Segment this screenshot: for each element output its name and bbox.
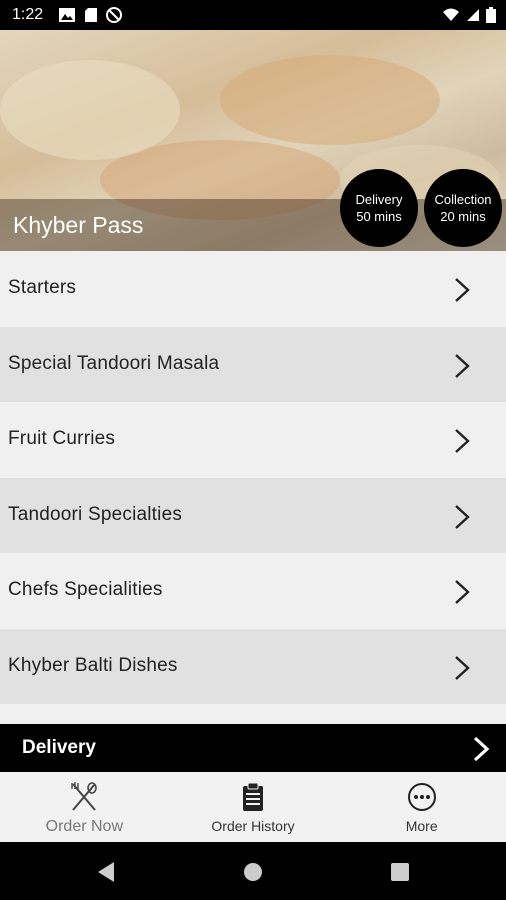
collection-badge-label: Collection — [434, 192, 492, 207]
restaurant-name: Khyber Pass — [13, 212, 144, 238]
menu-category-special-tandoori-masala[interactable]: Special Tandoori Masala — [0, 326, 506, 402]
chevron-right-icon — [455, 278, 470, 302]
menu-category-label: Fruit Curries — [8, 428, 116, 449]
fork-spoon-icon — [67, 780, 101, 814]
clipboard-icon — [236, 780, 270, 814]
do-not-disturb-icon — [106, 7, 122, 23]
menu-category-tandoori-specialties[interactable]: Tandoori Specialties — [0, 477, 506, 553]
nav-label: Order History — [211, 818, 295, 834]
system-navigation-bar — [0, 842, 506, 900]
menu-category-partial[interactable] — [0, 704, 506, 724]
back-icon[interactable] — [96, 861, 116, 883]
menu-category-chefs-specialities[interactable]: Chefs Specialities — [0, 553, 506, 629]
collection-badge-time: 20 mins — [440, 209, 486, 224]
menu-category-khyber-balti-dishes[interactable]: Khyber Balti Dishes — [0, 628, 506, 704]
nav-label: More — [405, 818, 438, 834]
menu-category-label: Tandoori Specialties — [8, 503, 183, 525]
home-icon[interactable] — [243, 861, 263, 883]
restaurant-hero: Khyber Pass Delivery 50 mins Collection … — [0, 30, 506, 251]
delivery-badge-label: Delivery — [355, 192, 403, 207]
nav-order-history[interactable]: Order History — [169, 772, 338, 842]
chevron-right-icon — [455, 429, 470, 453]
chevron-right-icon — [455, 504, 470, 529]
nav-more[interactable]: More — [337, 772, 506, 842]
sd-card-icon — [85, 8, 97, 22]
nav-label: Order Now — [45, 818, 124, 835]
status-time: 1:22 — [12, 6, 44, 23]
chevron-right-icon — [455, 353, 470, 378]
chevron-right-icon — [455, 655, 470, 680]
delivery-time-badge: Delivery 50 mins — [340, 169, 418, 247]
recents-icon[interactable] — [390, 861, 410, 883]
delivery-mode-label: Delivery — [22, 737, 96, 758]
chevron-right-icon — [473, 736, 490, 762]
battery-icon — [486, 7, 496, 23]
menu-category-label: Chefs Specialities — [8, 579, 163, 600]
bottom-navigation: Order Now Order History More — [0, 772, 506, 842]
status-system-icons — [442, 7, 496, 23]
menu-category-label: Special Tandoori Masala — [8, 352, 220, 374]
delivery-badge-time: 50 mins — [356, 209, 402, 224]
menu-category-list[interactable]: Starters Special Tandoori Masala Fruit C… — [0, 251, 506, 724]
status-bar: 1:22 — [0, 0, 506, 30]
nav-order-now[interactable]: Order Now — [0, 772, 169, 842]
menu-category-label: Starters — [8, 277, 77, 298]
status-notifications — [58, 7, 122, 23]
wifi-icon — [443, 8, 459, 21]
signal-icon — [467, 9, 479, 21]
menu-category-fruit-curries[interactable]: Fruit Curries — [0, 402, 506, 478]
menu-category-starters[interactable]: Starters — [0, 251, 506, 327]
gallery-icon — [59, 8, 75, 22]
collection-time-badge: Collection 20 mins — [424, 169, 502, 247]
chevron-right-icon — [455, 580, 470, 604]
menu-category-label: Khyber Balti Dishes — [8, 654, 178, 676]
delivery-mode-bar[interactable]: Delivery — [0, 724, 506, 772]
more-icon — [405, 780, 439, 814]
